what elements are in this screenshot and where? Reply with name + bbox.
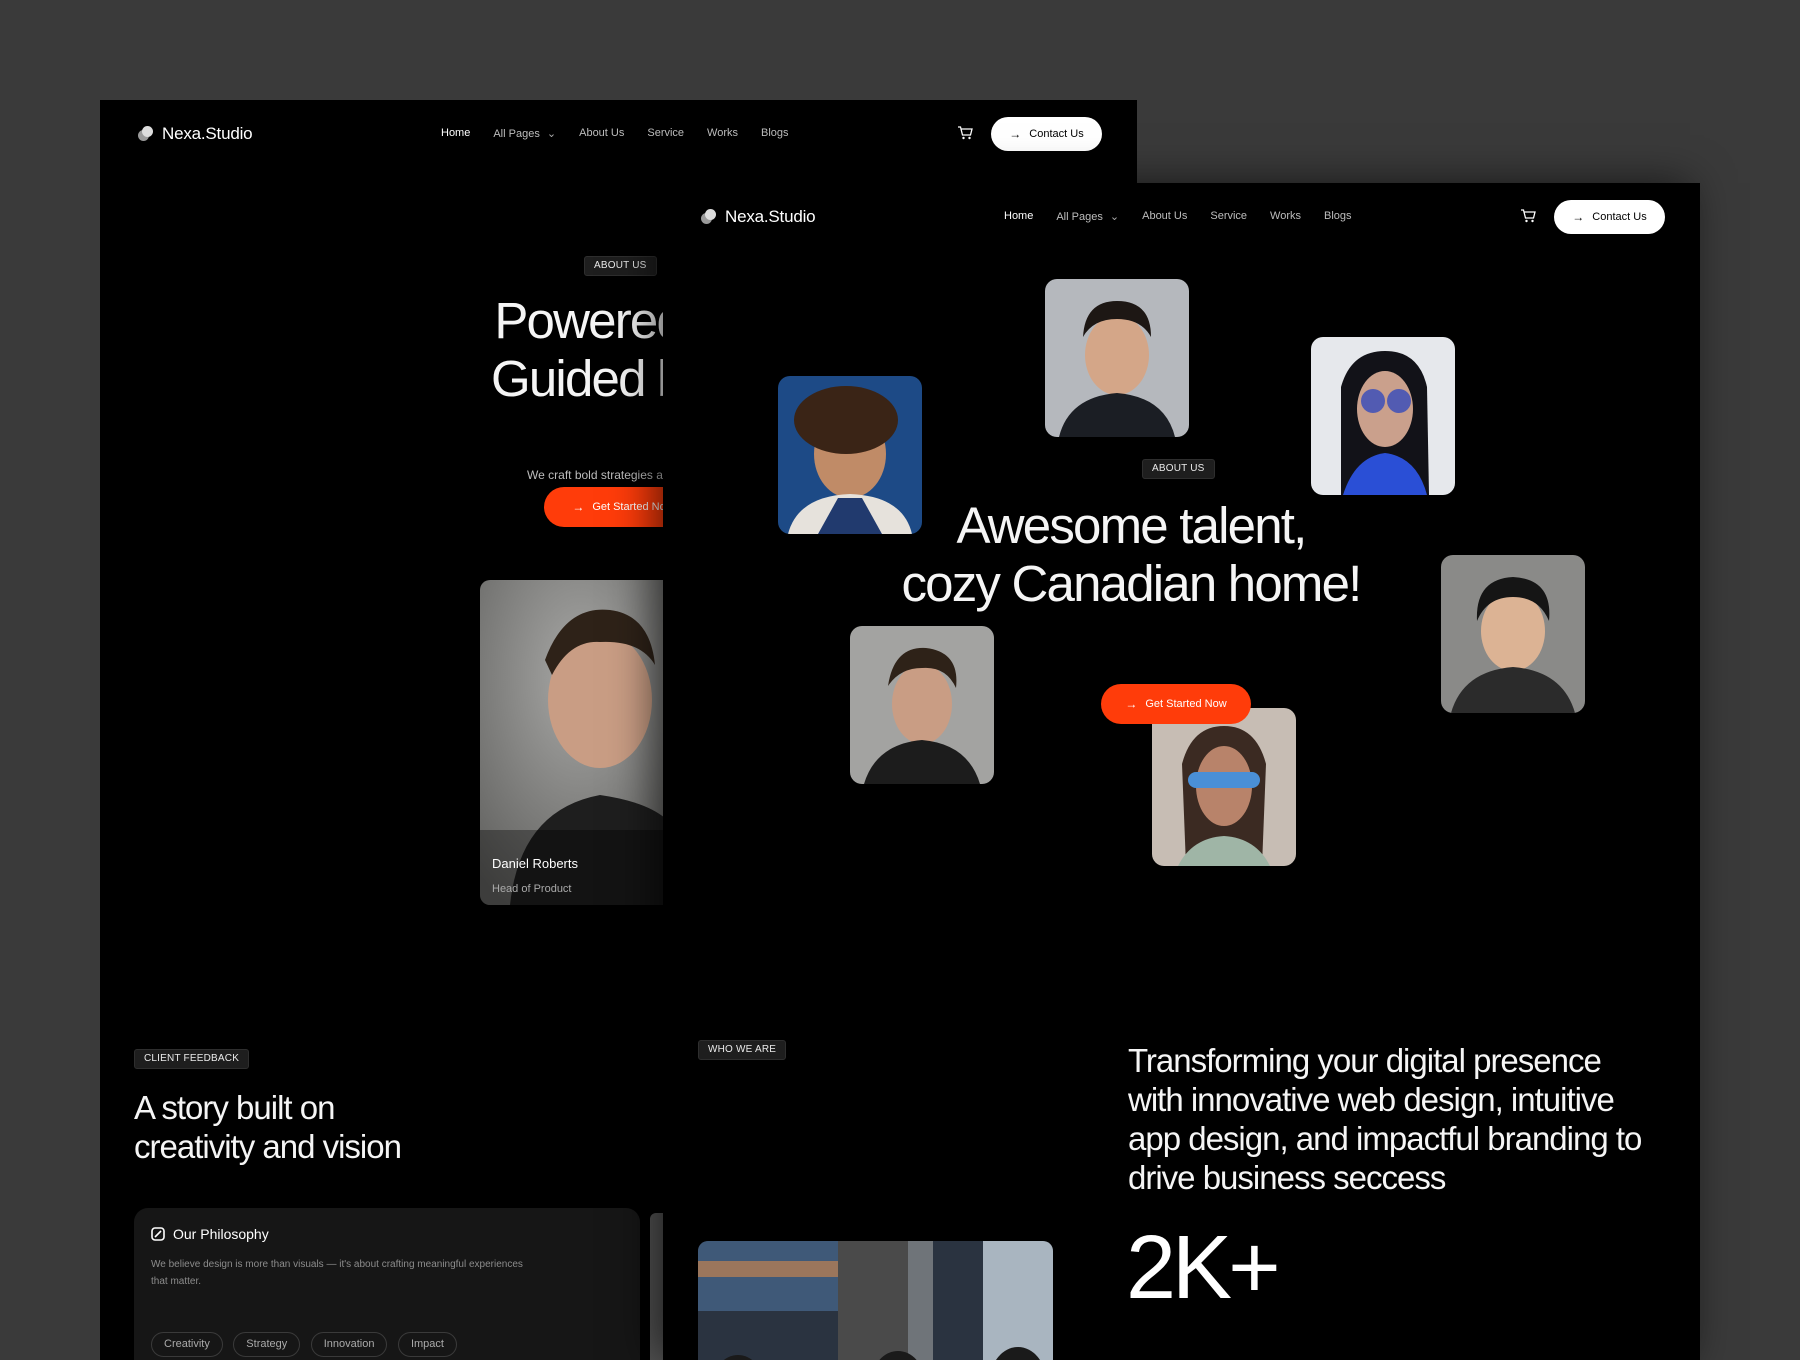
- nav-about-us[interactable]: About Us: [579, 127, 624, 140]
- nav-service[interactable]: Service: [647, 127, 684, 140]
- logo[interactable]: Nexa.Studio: [701, 207, 816, 227]
- pill-innovation[interactable]: Innovation: [310, 1332, 388, 1357]
- logo-text: Nexa.Studio: [725, 207, 816, 226]
- about-us-tag: ABOUT US: [584, 256, 657, 276]
- nav-all-pages[interactable]: All Pages: [1056, 210, 1119, 223]
- stat-value: 2K+: [1126, 1218, 1281, 1318]
- arrow-right-icon: →: [572, 500, 585, 514]
- nav-blogs[interactable]: Blogs: [761, 127, 789, 140]
- about-us-tag: ABOUT US: [1142, 459, 1215, 479]
- team-meeting-photo: [698, 1241, 1053, 1360]
- nav-about-us[interactable]: About Us: [1142, 210, 1187, 223]
- philosophy-card: Our Philosophy We believe design is more…: [134, 1208, 640, 1360]
- team-member-card[interactable]: Daniel Roberts Head of Product: [480, 580, 680, 905]
- cart-icon[interactable]: [957, 126, 973, 140]
- get-started-button[interactable]: → Get Started Now: [1101, 684, 1251, 724]
- team-member-name: Daniel Roberts: [492, 856, 578, 871]
- nav-home[interactable]: Home: [441, 127, 470, 140]
- nav-all-pages[interactable]: All Pages: [493, 127, 556, 140]
- back-navbar: Nexa.Studio Home All Pages About Us Serv…: [100, 100, 1137, 170]
- nav-works[interactable]: Works: [1270, 210, 1301, 223]
- talent-photo-stubble-man: [850, 626, 994, 784]
- philosophy-pills: Creativity Strategy Innovation Impact: [151, 1332, 463, 1357]
- nav-menu: Home All Pages About Us Service Works Bl…: [1004, 210, 1352, 223]
- contact-us-button[interactable]: → Contact Us: [1554, 200, 1665, 234]
- pill-strategy[interactable]: Strategy: [233, 1332, 301, 1357]
- philosophy-icon: [151, 1227, 165, 1241]
- philosophy-title: Our Philosophy: [173, 1226, 269, 1242]
- arrow-right-icon: →: [1125, 697, 1138, 711]
- arrow-right-icon: →: [1572, 210, 1585, 224]
- logo[interactable]: Nexa.Studio: [138, 124, 253, 144]
- pill-creativity[interactable]: Creativity: [151, 1332, 223, 1357]
- pill-impact[interactable]: Impact: [397, 1332, 457, 1357]
- logo-mark-icon: [701, 209, 717, 225]
- cart-icon[interactable]: [1520, 209, 1536, 223]
- nav-home[interactable]: Home: [1004, 210, 1033, 223]
- feedback-title: A story built on creativity and vision: [134, 1089, 402, 1165]
- front-page-preview: Nexa.Studio Home All Pages About Us Serv…: [663, 183, 1700, 1360]
- nav-menu: Home All Pages About Us Service Works Bl…: [441, 127, 789, 140]
- nav-blogs[interactable]: Blogs: [1324, 210, 1352, 223]
- mission-statement: Transforming your digital presence with …: [1128, 1042, 1642, 1196]
- talent-photo-sunglasses-woman: [1311, 337, 1455, 495]
- logo-mark-icon: [138, 126, 154, 142]
- nav-service[interactable]: Service: [1210, 210, 1247, 223]
- hero-title: Awesome talent, cozy Canadian home!: [901, 497, 1362, 612]
- client-feedback-tag: CLIENT FEEDBACK: [134, 1049, 250, 1069]
- talent-photo-man-suit: [1045, 279, 1189, 437]
- talent-photo-smiling-man: [1441, 555, 1585, 713]
- who-we-are-tag: WHO WE ARE: [698, 1040, 787, 1060]
- philosophy-text: We believe design is more than visuals —…: [151, 1259, 523, 1287]
- contact-us-button[interactable]: → Contact Us: [991, 117, 1102, 151]
- front-navbar: Nexa.Studio Home All Pages About Us Serv…: [663, 183, 1700, 253]
- team-member-role: Head of Product: [492, 883, 572, 895]
- nav-works[interactable]: Works: [707, 127, 738, 140]
- arrow-right-icon: →: [1009, 127, 1022, 141]
- talent-photo-blue-glasses-woman: [1152, 708, 1296, 866]
- logo-text: Nexa.Studio: [162, 124, 253, 143]
